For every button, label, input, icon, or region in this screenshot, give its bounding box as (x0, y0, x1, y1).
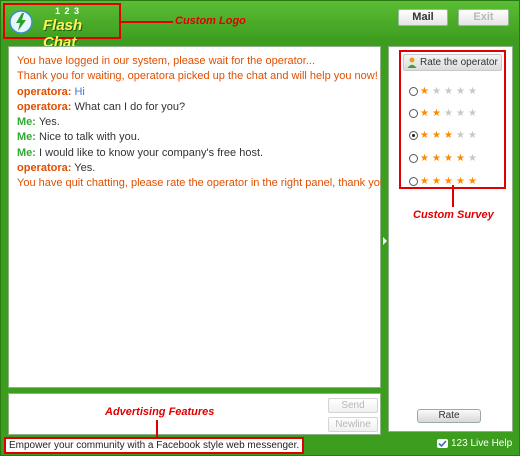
system-message: You have logged in our system, please wa… (17, 55, 315, 67)
sender-label: operatora: (17, 162, 72, 175)
rating-radio[interactable] (409, 108, 418, 118)
my-message: Me: Nice to talk with you. (17, 130, 372, 145)
sender-label: Me: (17, 116, 36, 129)
rating-radio[interactable] (409, 86, 418, 96)
sender-label: operatora: (17, 85, 72, 98)
collapse-arrow-icon[interactable] (383, 237, 387, 245)
star-icon: ★ (420, 107, 429, 119)
checkmark-icon (437, 438, 448, 448)
message-text: Yes. (74, 162, 96, 175)
star-icon: ★ (468, 175, 477, 187)
rating-option[interactable]: ★ ★ ★ ★ ★ (409, 85, 478, 97)
star-icon: ★ (444, 129, 453, 141)
chat-transcript[interactable]: You have logged in our system, please wa… (8, 46, 390, 388)
rating-option[interactable]: ★ ★ ★ ★ ★ (409, 129, 478, 141)
operator-message: operatora: Yes. (17, 161, 372, 176)
custom-survey: Rate the operator ★ ★ ★ ★ ★ ★ ★ ★ ★ ★ ★ ★ ★ ★ ★ ★ ★ ★ ★ ★ ★ ★… (399, 50, 506, 189)
message-text: I would like to know your company's free… (39, 146, 264, 159)
advertising-annotation-line (156, 420, 158, 438)
message-text: Hi (74, 85, 85, 98)
star-icon: ★ (456, 85, 465, 97)
message-text: Nice to talk with you. (39, 131, 140, 144)
star-icon: ★ (432, 129, 441, 141)
star-icon: ★ (432, 107, 441, 119)
lightning-bolt-icon (9, 10, 33, 34)
logo-number: 1 2 3 (55, 6, 81, 16)
star-icon: ★ (468, 129, 477, 141)
survey-annotation: Custom Survey (413, 209, 494, 221)
logo-annotation-line (121, 21, 173, 23)
message-text: Yes. (38, 116, 60, 129)
star-icon: ★ (456, 107, 465, 119)
sender-label: Me: (17, 146, 36, 159)
operator-message: operatora: What can I do for you? (17, 100, 372, 115)
rating-radio[interactable] (409, 153, 418, 163)
star-icon: ★ (456, 175, 465, 187)
newline-button[interactable]: Newline (328, 417, 378, 432)
advertising-annotation: Advertising Features (105, 406, 215, 418)
star-icon: ★ (432, 152, 441, 164)
my-message: Me: Yes. (17, 115, 372, 130)
rating-radio[interactable] (409, 176, 418, 186)
survey-annotation-line (452, 185, 454, 207)
survey-title-text: Rate the operator (420, 57, 498, 68)
star-icon: ★ (420, 85, 429, 97)
rating-radio[interactable] (409, 130, 418, 140)
operator-person-icon (407, 57, 417, 68)
logo-annotation: Custom Logo (175, 15, 246, 27)
brand-link[interactable]: 123 Live Help (437, 438, 512, 449)
star-icon: ★ (420, 152, 429, 164)
star-icon: ★ (420, 175, 429, 187)
star-icon: ★ (420, 129, 429, 141)
promo-banner[interactable]: Empower your community with a Facebook s… (4, 437, 304, 454)
my-message: Me: I would like to know your company's … (17, 146, 372, 161)
sender-label: Me: (17, 131, 36, 144)
star-icon: ★ (432, 85, 441, 97)
header-bar: 1 2 3 Flash Chat Custom Logo Mail Exit (1, 1, 519, 51)
survey-panel: Rate the operator ★ ★ ★ ★ ★ ★ ★ ★ ★ ★ ★ ★ ★ ★ ★ ★ ★ ★ ★ ★ ★ ★… (388, 46, 513, 432)
star-icon: ★ (468, 152, 477, 164)
star-icon: ★ (444, 85, 453, 97)
star-icon: ★ (456, 152, 465, 164)
star-icon: ★ (444, 152, 453, 164)
message-text: What can I do for you? (74, 100, 186, 113)
rate-button[interactable]: Rate (417, 409, 481, 423)
brand-text: 123 Live Help (451, 438, 513, 449)
operator-message: operatora: Hi (17, 85, 372, 100)
rating-option[interactable]: ★ ★ ★ ★ ★ (409, 152, 478, 164)
rating-option[interactable]: ★ ★ ★ ★ ★ (409, 175, 478, 187)
star-icon: ★ (468, 107, 477, 119)
custom-logo: 1 2 3 Flash Chat (3, 3, 121, 51)
star-icon: ★ (468, 85, 477, 97)
panel-divider[interactable] (381, 46, 387, 388)
system-message: Thank you for waiting, operatora picked … (17, 70, 378, 83)
star-icon: ★ (444, 107, 453, 119)
survey-title: Rate the operator (403, 54, 502, 71)
system-message: You have quit chatting, please rate the … (17, 177, 390, 190)
send-button[interactable]: Send (328, 398, 378, 413)
star-icon: ★ (456, 129, 465, 141)
sender-label: operatora: (17, 100, 72, 113)
star-icon: ★ (432, 175, 441, 187)
exit-button[interactable]: Exit (458, 9, 509, 26)
mail-button[interactable]: Mail (398, 9, 448, 26)
chat-window: 1 2 3 Flash Chat Custom Logo Mail Exit Y… (0, 0, 520, 456)
rating-option[interactable]: ★ ★ ★ ★ ★ (409, 107, 478, 119)
